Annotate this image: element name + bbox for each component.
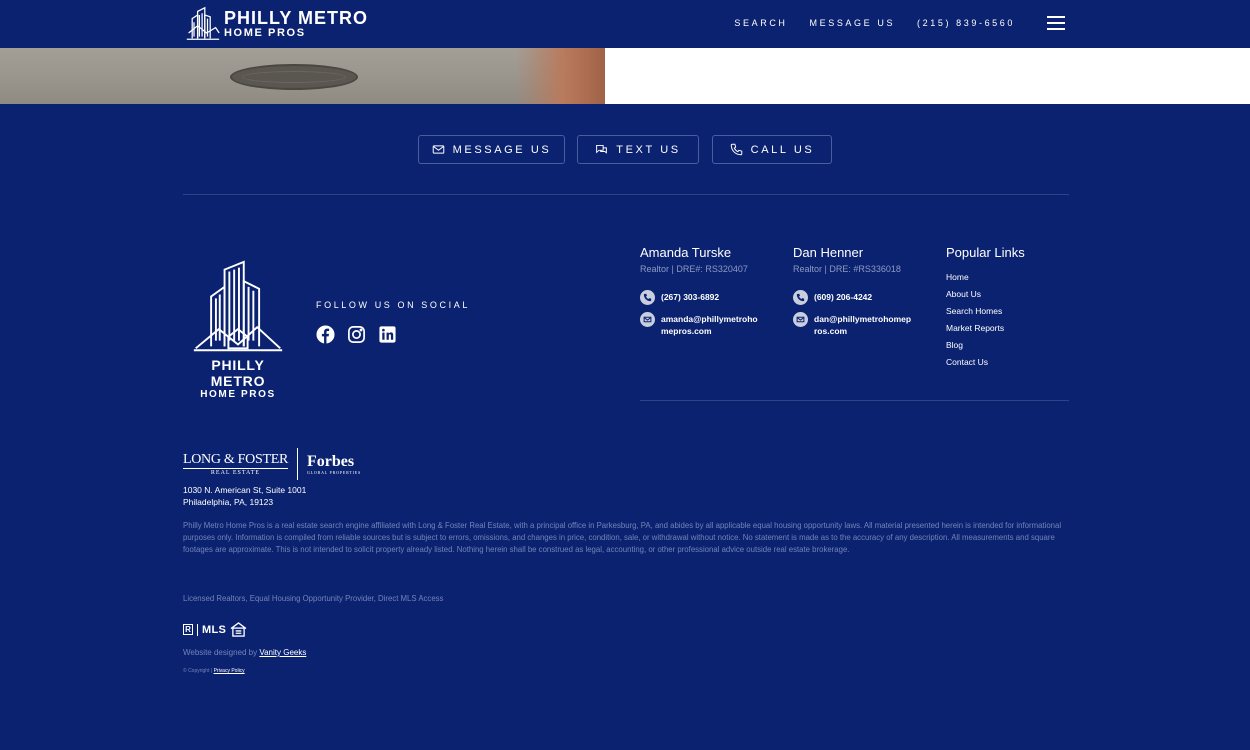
social-section: FOLLOW US ON SOCIAL bbox=[316, 300, 470, 344]
logo-title: PHILLY METRO bbox=[224, 8, 369, 28]
address-line-2: Philadelphia, PA, 19123 bbox=[183, 497, 274, 507]
nav-search-link[interactable]: SEARCH bbox=[734, 18, 787, 28]
hero-white-panel bbox=[605, 48, 1250, 104]
footer-divider bbox=[183, 194, 1069, 195]
message-us-button[interactable]: MESSAGE US bbox=[418, 135, 565, 164]
copyright: © Copyright | Privacy Policy bbox=[183, 668, 245, 674]
agent-email-row[interactable]: amanda@phillymetrohomepros.com bbox=[640, 312, 761, 337]
buildings-logo-icon bbox=[193, 260, 283, 352]
footer-link-contact[interactable]: Contact Us bbox=[946, 357, 1025, 374]
envelope-icon bbox=[432, 145, 444, 154]
envelope-icon bbox=[793, 312, 808, 327]
phone-icon bbox=[730, 143, 742, 156]
site-header: PHILLY METRO HOME PROS SEARCH MESSAGE US… bbox=[0, 0, 1250, 48]
footer-logo[interactable]: PHILLY METRO HOME PROS bbox=[183, 260, 293, 400]
agent-email[interactable]: dan@phillymetrohomepros.com bbox=[814, 313, 914, 337]
agent-name: Amanda Turske bbox=[640, 245, 732, 260]
logo-separator bbox=[297, 448, 298, 480]
agent-name: Dan Henner bbox=[793, 245, 864, 260]
chat-bubbles-icon bbox=[596, 144, 608, 154]
forbes-title: Forbes bbox=[307, 452, 355, 470]
long-foster-logo: LONG & FOSTER REAL ESTATE bbox=[183, 451, 288, 476]
logo-subtitle: HOME PROS bbox=[224, 27, 306, 39]
agent-card-dan: Dan Henner Realtor | DRE: #RS336018 (609… bbox=[793, 245, 914, 337]
long-foster-subtitle: REAL ESTATE bbox=[183, 467, 288, 476]
agent-phone-row[interactable]: (267) 303-6892 bbox=[640, 290, 761, 305]
facebook-icon[interactable] bbox=[316, 325, 335, 344]
popular-links-title: Popular Links bbox=[946, 245, 1025, 260]
long-foster-title: LONG & FOSTER bbox=[183, 451, 288, 467]
hero-image bbox=[0, 48, 605, 104]
agent-phone[interactable]: (267) 303-6892 bbox=[661, 291, 761, 303]
social-icons bbox=[316, 325, 470, 344]
agent-phone[interactable]: (609) 206-4242 bbox=[814, 291, 914, 303]
header-logo[interactable]: PHILLY METRO HOME PROS bbox=[185, 6, 368, 42]
office-address: 1030 N. American St, Suite 1001 Philadel… bbox=[183, 484, 306, 508]
footer-logo-title: PHILLY METRO bbox=[210, 357, 266, 389]
equal-housing-icon bbox=[230, 622, 247, 637]
menu-bar bbox=[1047, 16, 1065, 18]
buildings-logo-icon bbox=[186, 6, 220, 40]
privacy-policy-link[interactable]: Privacy Policy bbox=[214, 668, 245, 674]
text-us-label: TEXT US bbox=[616, 143, 681, 156]
address-line-1: 1030 N. American St, Suite 1001 bbox=[183, 485, 307, 495]
agent-card-amanda: Amanda Turske Realtor | DRE#: RS320407 (… bbox=[640, 245, 761, 337]
footer-link-home[interactable]: Home bbox=[946, 272, 1025, 289]
agent-email[interactable]: amanda@phillymetrohomepros.com bbox=[661, 313, 761, 337]
menu-icon[interactable] bbox=[1047, 16, 1065, 30]
curb-graphic bbox=[515, 48, 605, 104]
footer-link-market-reports[interactable]: Market Reports bbox=[946, 323, 1025, 340]
footer-link-about[interactable]: About Us bbox=[946, 289, 1025, 306]
realtor-icon: R bbox=[183, 624, 193, 635]
forbes-logo: Forbes GLOBAL PROPERTIES bbox=[307, 452, 361, 475]
social-title: FOLLOW US ON SOCIAL bbox=[316, 300, 470, 310]
agent-title: Realtor | DRE: #RS336018 bbox=[793, 264, 901, 274]
message-us-label: MESSAGE US bbox=[452, 143, 552, 156]
agent-email-row[interactable]: dan@phillymetrohomepros.com bbox=[793, 312, 914, 337]
brokerage-logos: LONG & FOSTER REAL ESTATE Forbes GLOBAL … bbox=[183, 448, 361, 480]
agent-phone-row[interactable]: (609) 206-4242 bbox=[793, 290, 914, 305]
instagram-icon[interactable] bbox=[347, 325, 366, 344]
forbes-subtitle: GLOBAL PROPERTIES bbox=[307, 469, 361, 475]
designed-by: Website designed by Vanity Geeks bbox=[183, 648, 306, 657]
text-us-button[interactable]: TEXT US bbox=[577, 135, 699, 164]
envelope-icon bbox=[640, 312, 655, 327]
menu-bar bbox=[1047, 28, 1065, 30]
legal-disclaimer: Philly Metro Home Pros is a real estate … bbox=[183, 521, 1062, 555]
vanity-geeks-link[interactable]: Vanity Geeks bbox=[259, 648, 306, 657]
compliance-badges: R MLS bbox=[183, 622, 247, 637]
call-us-button[interactable]: CALL US bbox=[712, 135, 832, 164]
nav-phone-link[interactable]: (215) 839-6560 bbox=[917, 18, 1015, 28]
popular-links: Popular Links Home About Us Search Homes… bbox=[946, 245, 1025, 374]
mls-badge: MLS bbox=[197, 623, 226, 636]
menu-bar bbox=[1047, 22, 1065, 24]
copyright-prefix: © Copyright | bbox=[183, 668, 213, 674]
designed-by-prefix: Website designed by bbox=[183, 648, 258, 657]
agent-title: Realtor | DRE#: RS320407 bbox=[640, 264, 748, 274]
linkedin-icon[interactable] bbox=[378, 325, 397, 344]
header-nav: SEARCH MESSAGE US (215) 839-6560 bbox=[734, 18, 1015, 28]
footer-logo-subtitle: HOME PROS bbox=[200, 389, 276, 400]
footer-divider bbox=[640, 400, 1069, 401]
phone-icon bbox=[640, 290, 655, 305]
footer-link-blog[interactable]: Blog bbox=[946, 340, 1025, 357]
licensed-text: Licensed Realtors, Equal Housing Opportu… bbox=[183, 594, 444, 603]
phone-icon bbox=[793, 290, 808, 305]
manhole-cover-graphic bbox=[230, 64, 358, 90]
nav-message-link[interactable]: MESSAGE US bbox=[810, 18, 896, 28]
footer-link-search-homes[interactable]: Search Homes bbox=[946, 306, 1025, 323]
call-us-label: CALL US bbox=[750, 143, 815, 156]
